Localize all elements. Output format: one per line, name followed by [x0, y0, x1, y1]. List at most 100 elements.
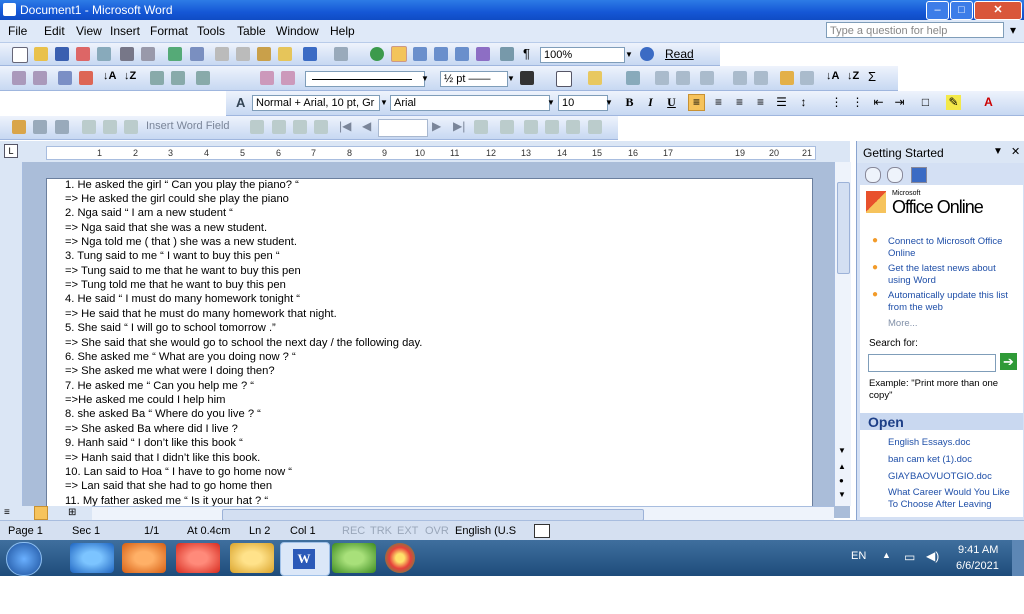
zoom-dropdown-arrow[interactable]: ▼ [624, 48, 634, 62]
more-link[interactable]: More... [888, 318, 918, 330]
split-icon[interactable] [79, 71, 93, 85]
document-page[interactable]: 1. He asked the girl “ Can you play the … [46, 178, 813, 510]
menu-view[interactable]: View [76, 24, 102, 38]
format-painter-icon[interactable] [278, 47, 292, 61]
bold-button[interactable]: B [622, 95, 637, 110]
table-icon[interactable] [196, 71, 210, 85]
vertical-scrollbar[interactable]: ▼ ▲ ● ▼ [834, 162, 851, 506]
table-autoformat-icon[interactable] [780, 71, 794, 85]
open-folder-icon[interactable] [34, 47, 48, 61]
recent-file-link[interactable]: GIAYBAOVUOTGIO.doc [888, 471, 992, 483]
reading-layout-icon[interactable]: ⊞ [68, 507, 76, 518]
help-icon[interactable] [640, 47, 654, 61]
show-desktop-button[interactable] [1012, 540, 1024, 576]
autoformat-icon[interactable] [150, 71, 164, 85]
search-go-icon[interactable]: ➔ [1000, 353, 1017, 370]
office-online-brand[interactable]: Office Online [892, 197, 984, 218]
forward-icon[interactable] [887, 167, 903, 183]
document-map-icon[interactable] [500, 47, 514, 61]
recipients-icon[interactable] [55, 120, 69, 134]
numbering-button[interactable]: ⋮ [829, 95, 844, 110]
back-icon[interactable] [865, 167, 881, 183]
help-search-input[interactable]: Type a question for help [826, 22, 1004, 38]
previous-page-icon[interactable]: ▲ [838, 462, 846, 471]
vertical-ruler[interactable] [0, 162, 23, 506]
border-color-icon[interactable] [520, 71, 534, 85]
spelling-status-icon[interactable] [534, 524, 550, 538]
check-errors-icon[interactable] [500, 120, 514, 134]
font-dropdown-arrow[interactable]: ▼ [546, 96, 556, 110]
task-pane-dropdown-icon[interactable]: ▼ [993, 146, 1003, 157]
research-icon[interactable] [190, 47, 204, 61]
app2-icon[interactable] [332, 543, 376, 573]
styles-icon[interactable]: A [236, 95, 245, 110]
borders-icon[interactable] [556, 71, 572, 87]
recent-file-link[interactable]: What Career Would You Like To Choose Aft… [888, 487, 1020, 511]
columns-icon[interactable] [455, 47, 469, 61]
sort-ascending-icon[interactable]: ↓A [103, 70, 116, 82]
menu-file[interactable]: File [8, 24, 27, 38]
decrease-indent-button[interactable]: ⇤ [871, 95, 886, 110]
underline-button[interactable]: U [664, 95, 679, 110]
line-weight-select[interactable]: ½ pt —— [440, 71, 508, 87]
close-button[interactable]: ✕ [974, 1, 1022, 20]
latest-news-link[interactable]: Get the latest news about using Word [888, 263, 1018, 287]
style-select[interactable]: Normal + Arial, 10 pt, Gr [252, 95, 380, 111]
status-ext[interactable]: EXT [397, 525, 418, 537]
normal-view-icon[interactable]: ≡ [4, 507, 10, 518]
horizontal-scrollbar[interactable] [92, 506, 834, 521]
recent-file-link[interactable]: ban cam ket (1).doc [888, 454, 972, 466]
merge-icon[interactable] [58, 71, 72, 85]
split-cells-icon[interactable] [676, 71, 690, 85]
align-left-button[interactable]: ≡ [688, 94, 705, 111]
record-number-input[interactable] [378, 119, 428, 137]
menu-edit[interactable]: Edit [44, 24, 65, 38]
cut-icon[interactable] [215, 47, 229, 61]
drawing-icon[interactable] [476, 47, 490, 61]
task-pane-close-icon[interactable]: ✕ [1011, 145, 1020, 158]
align-right-button[interactable]: ≡ [732, 95, 747, 110]
print-preview-icon[interactable] [141, 47, 155, 61]
scroll-down-arrow[interactable]: ▼ [838, 446, 846, 455]
media-player-icon[interactable] [122, 543, 166, 573]
highlight-button[interactable]: ✎ [946, 95, 961, 110]
status-trk[interactable]: TRK [370, 525, 392, 537]
distribute-rows-icon[interactable] [733, 71, 747, 85]
insert-merge-field-icon[interactable] [124, 120, 138, 134]
internet-explorer-icon[interactable] [70, 543, 114, 573]
merge-fax-icon[interactable] [588, 120, 602, 134]
email-icon[interactable] [97, 47, 111, 61]
sort-za-icon[interactable]: ↓Z [847, 70, 859, 82]
status-rec[interactable]: REC [342, 525, 365, 537]
menu-format[interactable]: Format [150, 24, 188, 38]
insert-address-icon[interactable] [82, 120, 96, 134]
word-taskbar-icon[interactable]: W [280, 542, 330, 576]
style-dropdown-arrow[interactable]: ▼ [379, 96, 389, 110]
redo-icon[interactable] [334, 47, 348, 61]
sort-az-icon[interactable]: ↓A [826, 70, 839, 82]
match-fields-icon[interactable] [293, 120, 307, 134]
line-weight-dropdown-arrow[interactable]: ▼ [506, 72, 516, 86]
insert-table-2-icon[interactable] [626, 71, 640, 85]
task-pane-search-input[interactable] [868, 354, 996, 372]
chrome-icon[interactable] [385, 543, 415, 573]
menu-window[interactable]: Window [276, 24, 319, 38]
status-ovr[interactable]: OVR [425, 525, 449, 537]
merge-new-doc-icon[interactable] [524, 120, 538, 134]
line-spacing-button[interactable]: ↕ [796, 95, 811, 110]
draw-icon[interactable] [260, 71, 274, 85]
autosum-icon[interactable]: Σ [868, 69, 876, 84]
justify-button[interactable]: ≡ [753, 95, 768, 110]
undo-icon[interactable] [303, 47, 317, 61]
font-select[interactable]: Arial [390, 95, 550, 111]
next-record-icon[interactable]: ▶ [432, 119, 441, 133]
menu-help[interactable]: Help [330, 24, 355, 38]
view-merged-icon[interactable] [250, 120, 264, 134]
app-icon[interactable] [176, 543, 220, 573]
file-explorer-icon[interactable] [230, 543, 274, 573]
read-button[interactable]: Read [665, 47, 694, 61]
zoom-select[interactable]: 100% [540, 47, 625, 63]
minimize-button[interactable]: – [926, 1, 949, 20]
spelling-icon[interactable] [168, 47, 182, 61]
font-color-button[interactable]: A [981, 95, 996, 110]
